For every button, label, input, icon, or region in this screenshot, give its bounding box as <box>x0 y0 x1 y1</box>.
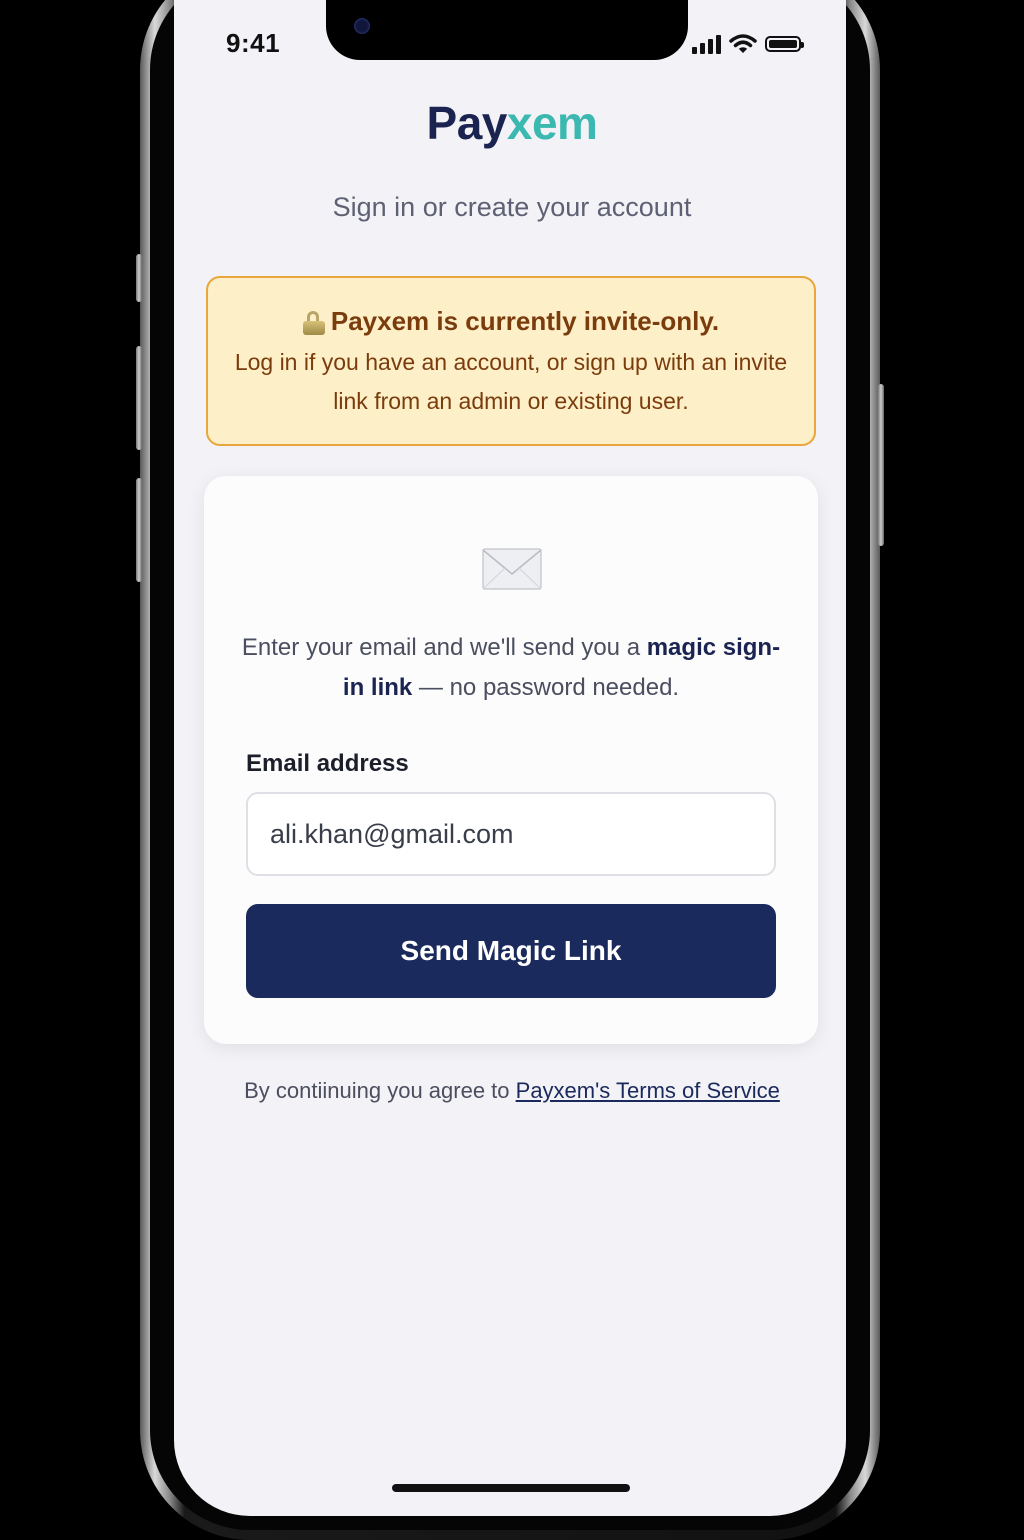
status-icons <box>692 32 804 56</box>
email-label: Email address <box>246 750 409 777</box>
notice-body: Log in if you have an account, or sign u… <box>234 349 788 414</box>
terms-text: By contiinuing you agree to Payxem's Ter… <box>0 1078 1024 1104</box>
terms-of-service-link[interactable]: Payxem's Terms of Service <box>516 1078 780 1103</box>
notice-title: Payxem is currently invite-only. <box>330 306 720 336</box>
logo-text-pay: Pay <box>426 97 508 149</box>
notch <box>326 0 688 60</box>
intro-suffix: — no password needed. <box>412 674 680 701</box>
home-indicator[interactable] <box>392 1484 630 1492</box>
front-camera-icon <box>354 18 370 34</box>
page-subtitle: Sign in or create your account <box>332 192 692 222</box>
status-time: 9:41 <box>226 28 281 58</box>
battery-icon <box>765 36 804 52</box>
sign-in-card: Enter your email and we'll send you a ma… <box>204 476 818 1044</box>
envelope-icon <box>482 548 542 590</box>
terms-prefix: By contiinuing you agree to <box>244 1078 516 1103</box>
email-input[interactable] <box>246 792 776 876</box>
phone-side-button-volume-up <box>136 346 142 450</box>
lock-icon <box>302 310 325 335</box>
app-logo: Payxem <box>0 96 1024 150</box>
intro-prefix: Enter your email and we'll send you a <box>241 634 647 661</box>
wifi-icon <box>729 34 757 53</box>
invite-only-notice: Payxem is currently invite-only. Log in … <box>206 276 816 446</box>
cellular-signal-icon <box>692 34 721 54</box>
magic-link-intro: Enter your email and we'll send you a ma… <box>234 628 788 708</box>
notice-title-row: Payxem is currently invite-only. <box>208 306 814 337</box>
phone-side-button-silent <box>136 254 142 302</box>
send-magic-link-button[interactable]: Send Magic Link <box>246 904 776 998</box>
phone-side-button-volume-down <box>136 478 142 582</box>
phone-side-button-power <box>878 384 884 546</box>
logo-text-xem: xem <box>506 97 598 149</box>
